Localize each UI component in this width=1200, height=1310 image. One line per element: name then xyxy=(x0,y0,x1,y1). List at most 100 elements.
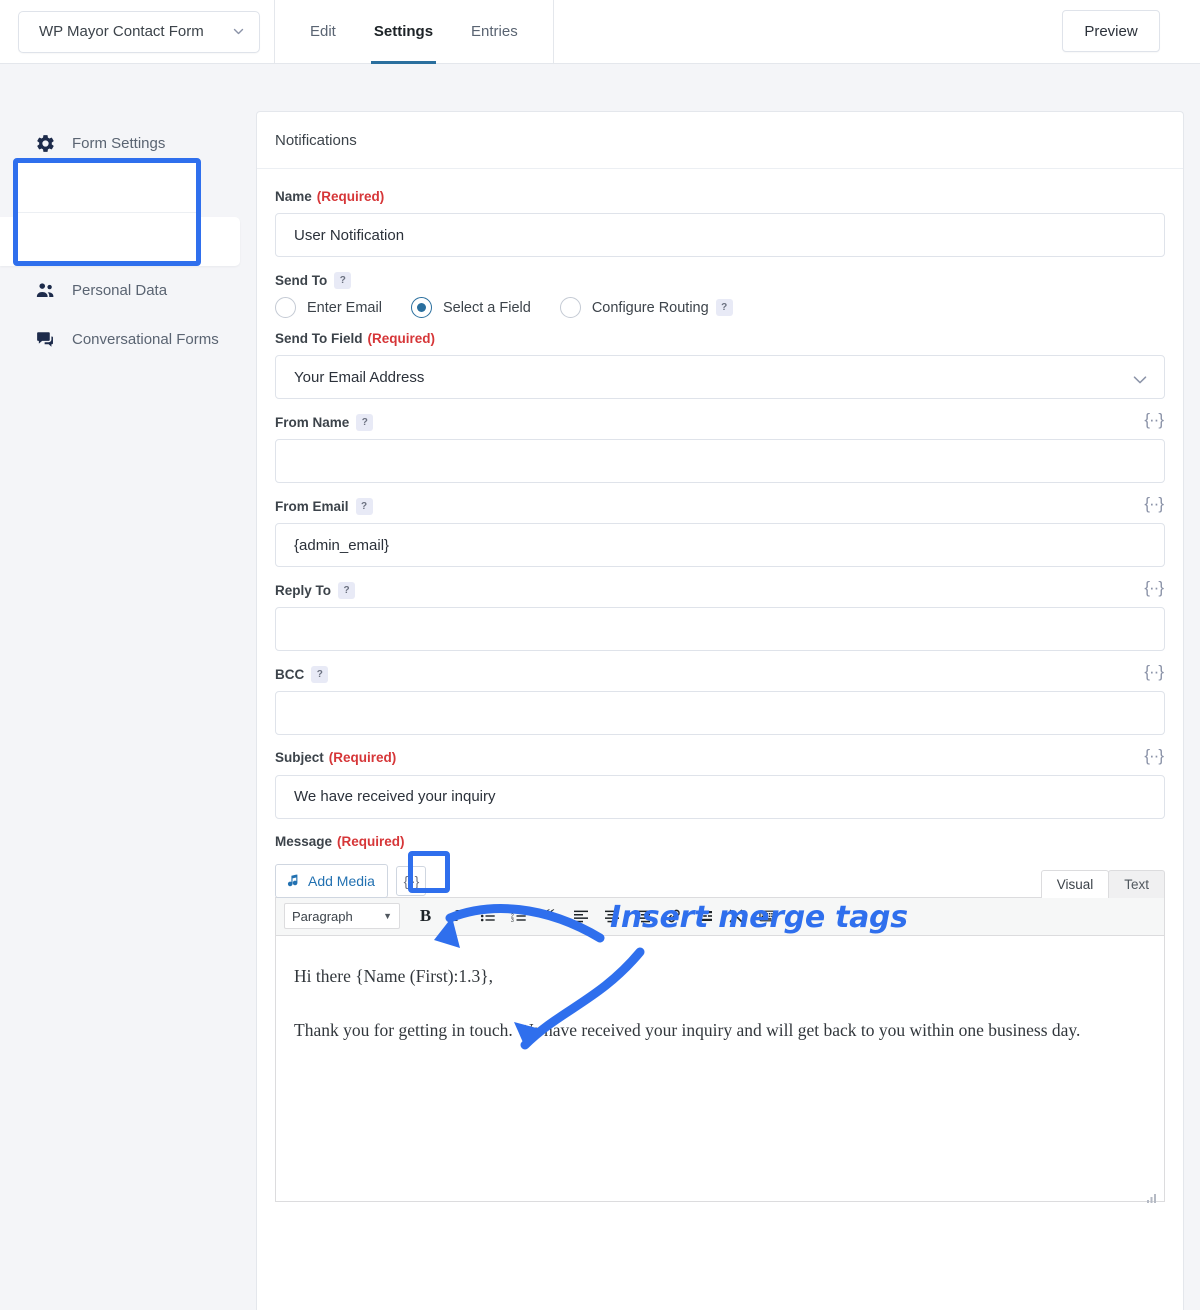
field-bcc-label: BCC ? xyxy=(275,666,1165,684)
from-email-input[interactable] xyxy=(275,523,1165,568)
subject-input[interactable] xyxy=(275,774,1165,819)
resize-grip-icon[interactable] xyxy=(1145,1183,1158,1203)
field-subject-label: Subject (Required) xyxy=(275,750,397,766)
bold-icon[interactable]: B xyxy=(412,903,439,930)
tab-visual[interactable]: Visual xyxy=(1040,869,1110,898)
format-select[interactable]: Paragraph ▼ xyxy=(284,903,400,930)
sidebar-item-personal-data[interactable]: Personal Data xyxy=(0,266,256,315)
required-marker: (Required) xyxy=(316,189,385,204)
sidebar-item-confirmations[interactable]: Confirmations xyxy=(0,168,256,217)
chevron-down-icon xyxy=(232,25,245,38)
radio-configure-routing[interactable]: Configure Routing ? xyxy=(559,297,733,319)
field-message-label: Message (Required) xyxy=(275,833,405,849)
main-tabs: Edit Settings Entries xyxy=(291,0,537,64)
chevron-down-icon: ▼ xyxy=(383,911,392,922)
send-to-field-select[interactable] xyxy=(275,355,1165,400)
question-mark-icon[interactable]: ? xyxy=(338,582,356,600)
reply-to-input[interactable] xyxy=(275,607,1165,652)
radio-enter-email[interactable]: Enter Email xyxy=(275,297,382,319)
field-send-to: Send To ? Enter Email Select a Field Con… xyxy=(275,272,1165,319)
field-from-name: From Name ? {··} xyxy=(275,411,1165,484)
name-input[interactable] xyxy=(275,213,1165,258)
tab-settings[interactable]: Settings xyxy=(355,0,452,64)
question-mark-icon[interactable]: ? xyxy=(715,299,733,317)
question-mark-icon[interactable]: ? xyxy=(355,498,373,516)
toolbar-divider xyxy=(274,0,275,64)
flag-icon xyxy=(32,229,58,255)
tab-text[interactable]: Text xyxy=(1108,869,1165,898)
merge-tag-button[interactable]: {··} xyxy=(395,865,426,896)
format-select-value: Paragraph xyxy=(292,908,353,924)
bulleted-list-icon[interactable] xyxy=(474,903,501,930)
bcc-input[interactable] xyxy=(275,691,1165,736)
sidebar-item-label: Confirmations xyxy=(72,184,165,201)
field-message: Message (Required) Add Media {··} Visual… xyxy=(275,833,1165,1203)
field-reply-to-label: Reply To ? xyxy=(275,582,1165,600)
blockquote-icon[interactable]: “ xyxy=(536,903,563,930)
notifications-panel: Notifications Name (Required) Send To ? … xyxy=(256,111,1184,1310)
editor-content[interactable]: Hi there {Name (First):1.3}, Thank you f… xyxy=(276,936,1164,1203)
field-send-to-field: Send To Field (Required) xyxy=(275,331,1165,400)
field-name: Name (Required) xyxy=(275,189,1165,258)
send-to-radio-group: Enter Email Select a Field Configure Rou… xyxy=(275,297,1165,319)
add-media-label: Add Media xyxy=(308,872,375,889)
editor-paragraph: Hi there {Name (First):1.3}, xyxy=(294,965,494,986)
sidebar-item-label: Conversational Forms xyxy=(72,331,219,348)
sidebar-item-form-settings[interactable]: Form Settings xyxy=(0,119,256,168)
svg-text:3: 3 xyxy=(511,918,514,924)
gear-icon xyxy=(32,131,58,157)
panel-title: Notifications xyxy=(257,112,1183,169)
sidebar-item-label: Notifications xyxy=(72,233,163,250)
merge-tag-icon[interactable]: {··} xyxy=(1144,579,1164,596)
merge-tag-icon[interactable]: {··} xyxy=(1144,411,1164,428)
sidebar-item-label: Form Settings xyxy=(72,135,166,152)
people-icon xyxy=(32,278,58,304)
check-circle-icon xyxy=(32,180,58,206)
form-selector[interactable]: WP Mayor Contact Form xyxy=(18,10,260,53)
editor-top-row: Add Media {··} Visual Text xyxy=(275,856,1165,898)
field-from-email-label: From Email ? xyxy=(275,498,1165,516)
field-from-name-label: From Name ? xyxy=(275,414,1165,432)
tab-entries[interactable]: Entries xyxy=(452,0,537,64)
editor-paragraph: Thank you for getting in touch. We have … xyxy=(294,1020,1081,1041)
sidebar-item-label: Personal Data xyxy=(72,282,168,299)
editor-container: Paragraph ▼ B I 123 “ Hi there {Name (Fi… xyxy=(275,896,1165,1203)
field-reply-to: Reply To ? {··} xyxy=(275,579,1165,652)
question-mark-icon[interactable]: ? xyxy=(311,666,329,684)
from-name-input[interactable] xyxy=(275,439,1165,484)
question-mark-icon[interactable]: ? xyxy=(356,414,374,432)
merge-tag-icon[interactable]: {··} xyxy=(1144,747,1164,764)
media-icon xyxy=(286,873,301,888)
radio-circle-icon xyxy=(559,297,581,319)
editor-mode-tabs: Visual Text xyxy=(1040,869,1165,898)
toolbar-divider-2 xyxy=(552,0,554,64)
annotation-label: Insert merge tags xyxy=(610,900,908,935)
merge-tag-icon[interactable]: {··} xyxy=(1144,663,1164,680)
chat-icon xyxy=(32,327,58,353)
required-marker: (Required) xyxy=(328,750,397,766)
field-send-to-field-label: Send To Field (Required) xyxy=(275,331,435,347)
field-send-to-label: Send To ? xyxy=(275,272,1165,290)
field-bcc: BCC ? {··} xyxy=(275,663,1165,736)
tab-edit[interactable]: Edit xyxy=(291,0,355,64)
field-from-email: From Email ? {··} xyxy=(275,495,1165,568)
sidebar-item-notifications[interactable]: Notifications xyxy=(0,217,240,266)
italic-icon[interactable]: I xyxy=(443,903,470,930)
merge-tag-icon[interactable]: {··} xyxy=(1144,495,1164,512)
top-bar: WP Mayor Contact Form Edit Settings Entr… xyxy=(0,0,1200,64)
settings-sidebar: Form Settings Confirmations Notification… xyxy=(0,65,256,1309)
radio-circle-icon xyxy=(275,297,296,319)
numbered-list-icon[interactable]: 123 xyxy=(505,903,532,930)
align-left-icon[interactable] xyxy=(567,903,594,930)
required-marker: (Required) xyxy=(337,833,405,849)
sidebar-item-conversational-forms[interactable]: Conversational Forms xyxy=(0,315,256,364)
preview-button[interactable]: Preview xyxy=(1062,10,1160,52)
add-media-button[interactable]: Add Media xyxy=(275,863,388,898)
radio-select-a-field[interactable]: Select a Field xyxy=(410,297,531,319)
field-name-label: Name (Required) xyxy=(275,189,385,204)
media-buttons: Add Media {··} xyxy=(275,863,426,898)
question-mark-icon[interactable]: ? xyxy=(334,272,352,290)
radio-circle-selected-icon xyxy=(410,297,432,319)
form-selector-label: WP Mayor Contact Form xyxy=(39,23,204,40)
field-subject: Subject (Required) {··} xyxy=(275,747,1165,819)
